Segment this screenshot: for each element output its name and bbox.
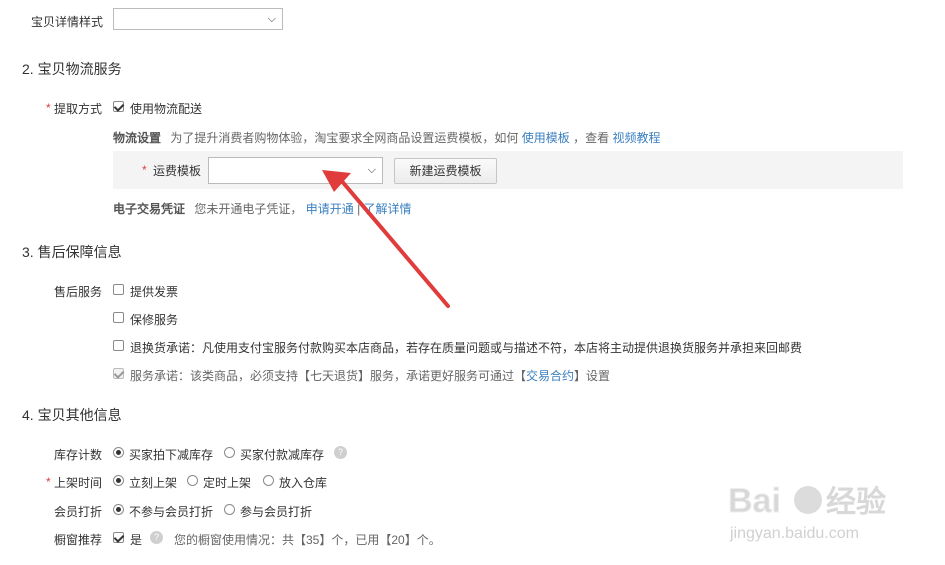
arrow-shaft [338, 177, 450, 308]
svg-text:jingyan.baidu.com: jingyan.baidu.com [729, 525, 859, 542]
baidu-jingyan-watermark: Bai 经验 jingyan.baidu.com [728, 478, 928, 548]
svg-text:经验: 经验 [826, 485, 886, 520]
svg-text:Bai: Bai [728, 482, 781, 520]
